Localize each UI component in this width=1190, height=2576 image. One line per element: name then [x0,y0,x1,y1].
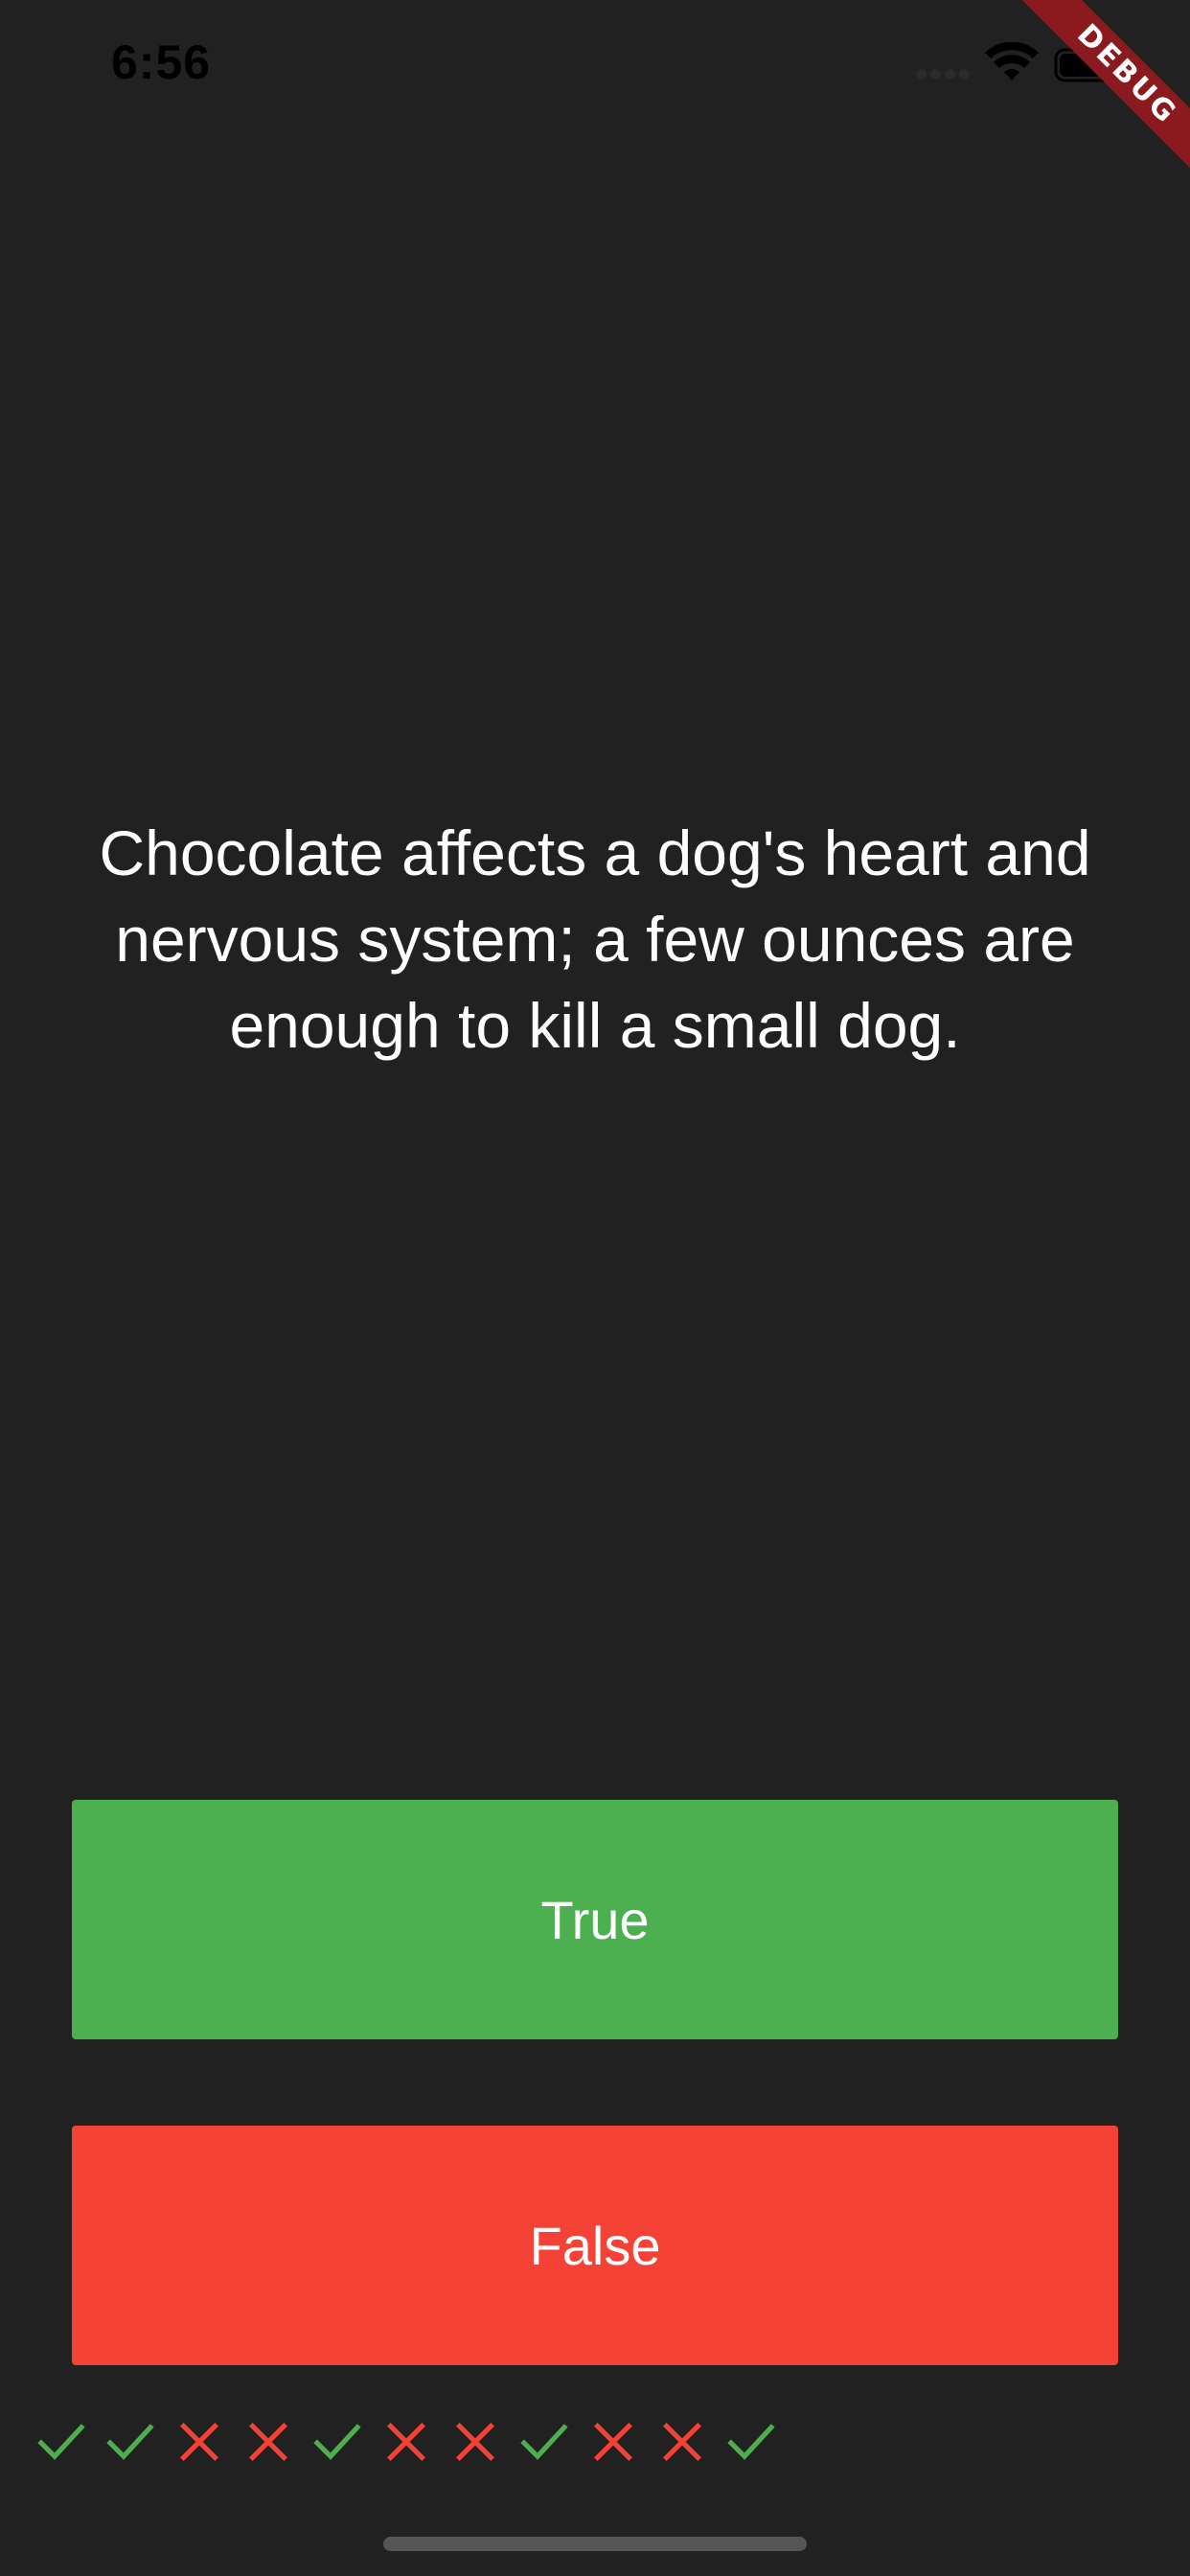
close-icon [387,2423,425,2461]
true-button[interactable]: True [72,1800,1118,2039]
false-button[interactable]: False [72,2126,1118,2365]
check-icon [106,2424,154,2460]
close-icon [663,2423,701,2461]
close-icon [456,2423,494,2461]
check-icon [520,2424,568,2460]
check-icon [313,2424,361,2460]
close-icon [594,2423,632,2461]
close-icon [249,2423,287,2461]
status-time: 6:56 [111,35,212,89]
check-icon [37,2424,85,2460]
cellular-signal-icon [916,69,972,84]
check-icon [727,2424,775,2460]
battery-icon [1054,48,1127,82]
true-button-label: True [540,1889,650,1950]
score-keeper [34,2415,778,2472]
false-button-label: False [529,2215,661,2276]
home-indicator [383,2537,807,2551]
close-icon [180,2423,218,2461]
question-text: Chocolate affects a dog's heart and nerv… [99,817,1091,1061]
status-bar: 6:56 [0,0,1190,126]
wifi-icon [985,42,1039,80]
